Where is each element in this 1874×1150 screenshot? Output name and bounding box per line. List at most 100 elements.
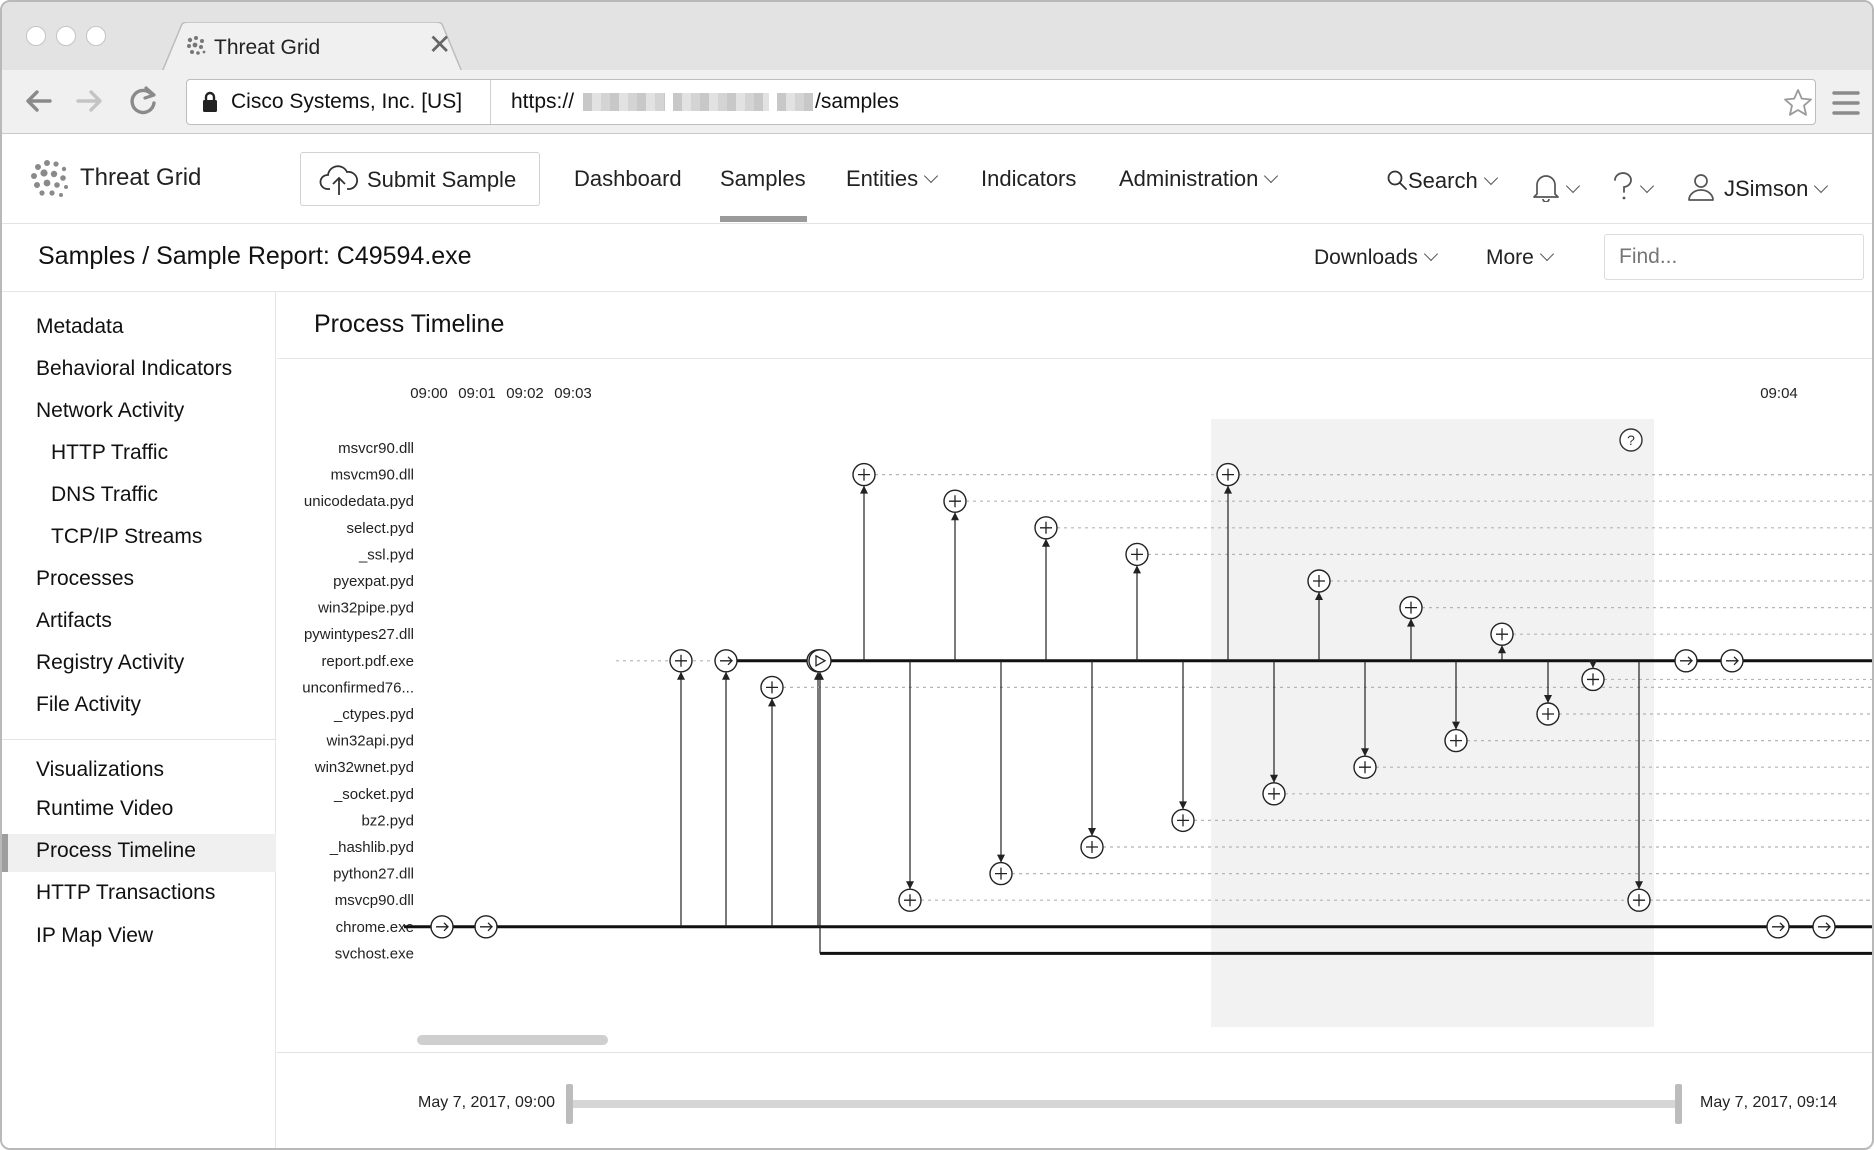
sidebar-item-artifacts[interactable]: Artifacts: [36, 609, 112, 633]
row-label: pyexpat.pyd: [333, 573, 414, 590]
time-range-slider[interactable]: [569, 1100, 1679, 1108]
user-name: JSimson: [1724, 176, 1809, 201]
sidebar-item-metadata[interactable]: Metadata: [36, 315, 124, 339]
main-panel: Process Timeline 09:00 09:01 09:02 09:03 09:…: [277, 292, 1874, 1148]
redacted-host: [673, 93, 769, 111]
chevron-down-icon: [1639, 178, 1655, 194]
submit-sample-label: Submit Sample: [367, 167, 517, 192]
url-divider: [490, 80, 491, 124]
chevron-down-icon: [1814, 178, 1829, 194]
nav-help[interactable]: [1612, 166, 1655, 202]
sidebar-divider: [2, 739, 276, 740]
close-window-button[interactable]: [26, 26, 46, 46]
event-arrowhead: [768, 698, 776, 707]
more-dropdown[interactable]: More: [1486, 246, 1554, 270]
nav-dashboard[interactable]: Dashboard: [574, 166, 682, 192]
threat-grid-logo-icon[interactable]: [28, 158, 72, 200]
event-arrowhead: [1042, 538, 1050, 547]
nav-user-menu[interactable]: JSimson: [1686, 166, 1829, 202]
submit-sample-button[interactable]: Submit Sample: [300, 152, 540, 206]
sidebar-item-http-traffic[interactable]: HTTP Traffic: [51, 441, 168, 465]
row-label: report.pdf.exe: [321, 653, 414, 670]
nav-administration[interactable]: Administration: [1119, 166, 1279, 192]
cloud-upload-icon: [319, 165, 358, 195]
maximize-window-button[interactable]: [86, 26, 106, 46]
bookmark-star-icon[interactable]: [1783, 88, 1813, 118]
url-prefix: https://: [511, 90, 575, 113]
event-arrowhead: [906, 881, 914, 890]
process-start-event: [808, 649, 832, 673]
row-label: _hashlib.pyd: [329, 839, 414, 856]
nav-notifications[interactable]: [1532, 166, 1581, 203]
sidebar-item-registry-activity[interactable]: Registry Activity: [36, 651, 184, 675]
downloads-dropdown[interactable]: Downloads: [1314, 246, 1438, 270]
event-arrowhead: [997, 854, 1005, 863]
chevron-down-icon: [1483, 170, 1498, 186]
chevron-down-icon: [1264, 168, 1279, 184]
row-label: win32pipe.pyd: [317, 600, 414, 617]
row-label: chrome.exe: [336, 919, 414, 936]
lock-icon: [203, 91, 217, 112]
row-label: msvcm90.dll: [331, 467, 414, 484]
horizontal-scrollbar-thumb: [417, 1035, 608, 1045]
row-label: bz2.pyd: [361, 812, 414, 829]
help-question-icon-glyph: ?: [1627, 432, 1635, 448]
event-arrowhead: [722, 671, 730, 680]
nav-search[interactable]: Search: [1386, 166, 1498, 194]
app-navbar: Threat Grid Submit Sample Dashboard Samp…: [2, 134, 1872, 224]
time-tick-label: 09:01: [458, 385, 496, 402]
nav-indicators[interactable]: Indicators: [981, 166, 1076, 192]
browser-tab[interactable]: Threat Grid ✕: [162, 22, 463, 72]
more-label: More: [1486, 246, 1534, 269]
redacted-host: [583, 93, 665, 111]
address-bar[interactable]: Cisco Systems, Inc. [US] https:// /sampl…: [186, 79, 1816, 125]
threat-grid-favicon-icon: [187, 36, 206, 55]
event-arrowhead: [677, 671, 685, 680]
back-arrow-icon[interactable]: [22, 84, 56, 118]
event-arrowhead: [1133, 565, 1141, 574]
process-timeline-chart[interactable]: 09:00 09:01 09:02 09:03 09:04 msvcr90.dll msvc…: [277, 292, 1874, 1052]
row-label: unicodedata.pyd: [304, 493, 414, 510]
range-end-label: May 7, 2017, 09:14: [1700, 1094, 1837, 1111]
forward-arrow-icon[interactable]: [72, 84, 106, 118]
reload-icon[interactable]: [126, 84, 160, 118]
row-label: select.pyd: [346, 520, 414, 537]
chevron-down-icon: [1565, 178, 1581, 194]
brand-name[interactable]: Threat Grid: [80, 164, 201, 192]
certificate-label[interactable]: Cisco Systems, Inc. [US]: [231, 90, 462, 114]
sidebar-item-process-timeline[interactable]: Process Timeline: [36, 839, 196, 863]
time-tick-label: 09:03: [554, 385, 592, 402]
nav-search-label: Search: [1408, 168, 1478, 193]
sidebar-item-runtime-video[interactable]: Runtime Video: [36, 797, 173, 821]
selected-window-highlight: [1211, 419, 1654, 1027]
breadcrumb: Samples / Sample Report: C49594.exe: [38, 242, 472, 270]
browser-menu-icon[interactable]: [1832, 90, 1860, 116]
event-arrowhead: [860, 485, 868, 494]
nav-samples[interactable]: Samples: [720, 166, 806, 192]
event-arrowhead: [951, 512, 959, 521]
sidebar-item-ip-map-view[interactable]: IP Map View: [36, 924, 153, 948]
search-icon: [1387, 170, 1407, 190]
row-label: pywintypes27.dll: [304, 626, 414, 643]
chevron-down-icon: [1423, 246, 1438, 262]
sidebar-item-http-transactions[interactable]: HTTP Transactions: [36, 881, 215, 905]
minimize-window-button[interactable]: [56, 26, 76, 46]
sidebar-item-visualizations[interactable]: Visualizations: [36, 758, 164, 782]
sidebar-item-file-activity[interactable]: File Activity: [36, 693, 141, 717]
help-question-icon: [1614, 172, 1632, 200]
tab-title: Threat Grid: [214, 36, 321, 59]
sidebar-item-dns-traffic[interactable]: DNS Traffic: [51, 483, 158, 507]
sidebar-item-tcp-ip-streams[interactable]: TCP/IP Streams: [51, 525, 202, 549]
downloads-label: Downloads: [1314, 246, 1418, 269]
tab-close-icon[interactable]: ✕: [428, 30, 451, 60]
find-input[interactable]: [1604, 234, 1864, 280]
nav-entities[interactable]: Entities: [846, 166, 939, 192]
range-end-handle[interactable]: [1675, 1084, 1682, 1124]
sidebar-item-behavioral-indicators[interactable]: Behavioral Indicators: [36, 357, 232, 381]
row-label: msvcp90.dll: [335, 892, 414, 909]
chevron-down-icon: [1539, 246, 1554, 262]
row-label: _socket.pyd: [333, 786, 414, 803]
sidebar-item-processes[interactable]: Processes: [36, 567, 134, 591]
sidebar-item-network-activity[interactable]: Network Activity: [36, 399, 184, 423]
range-start-handle[interactable]: [566, 1084, 573, 1124]
